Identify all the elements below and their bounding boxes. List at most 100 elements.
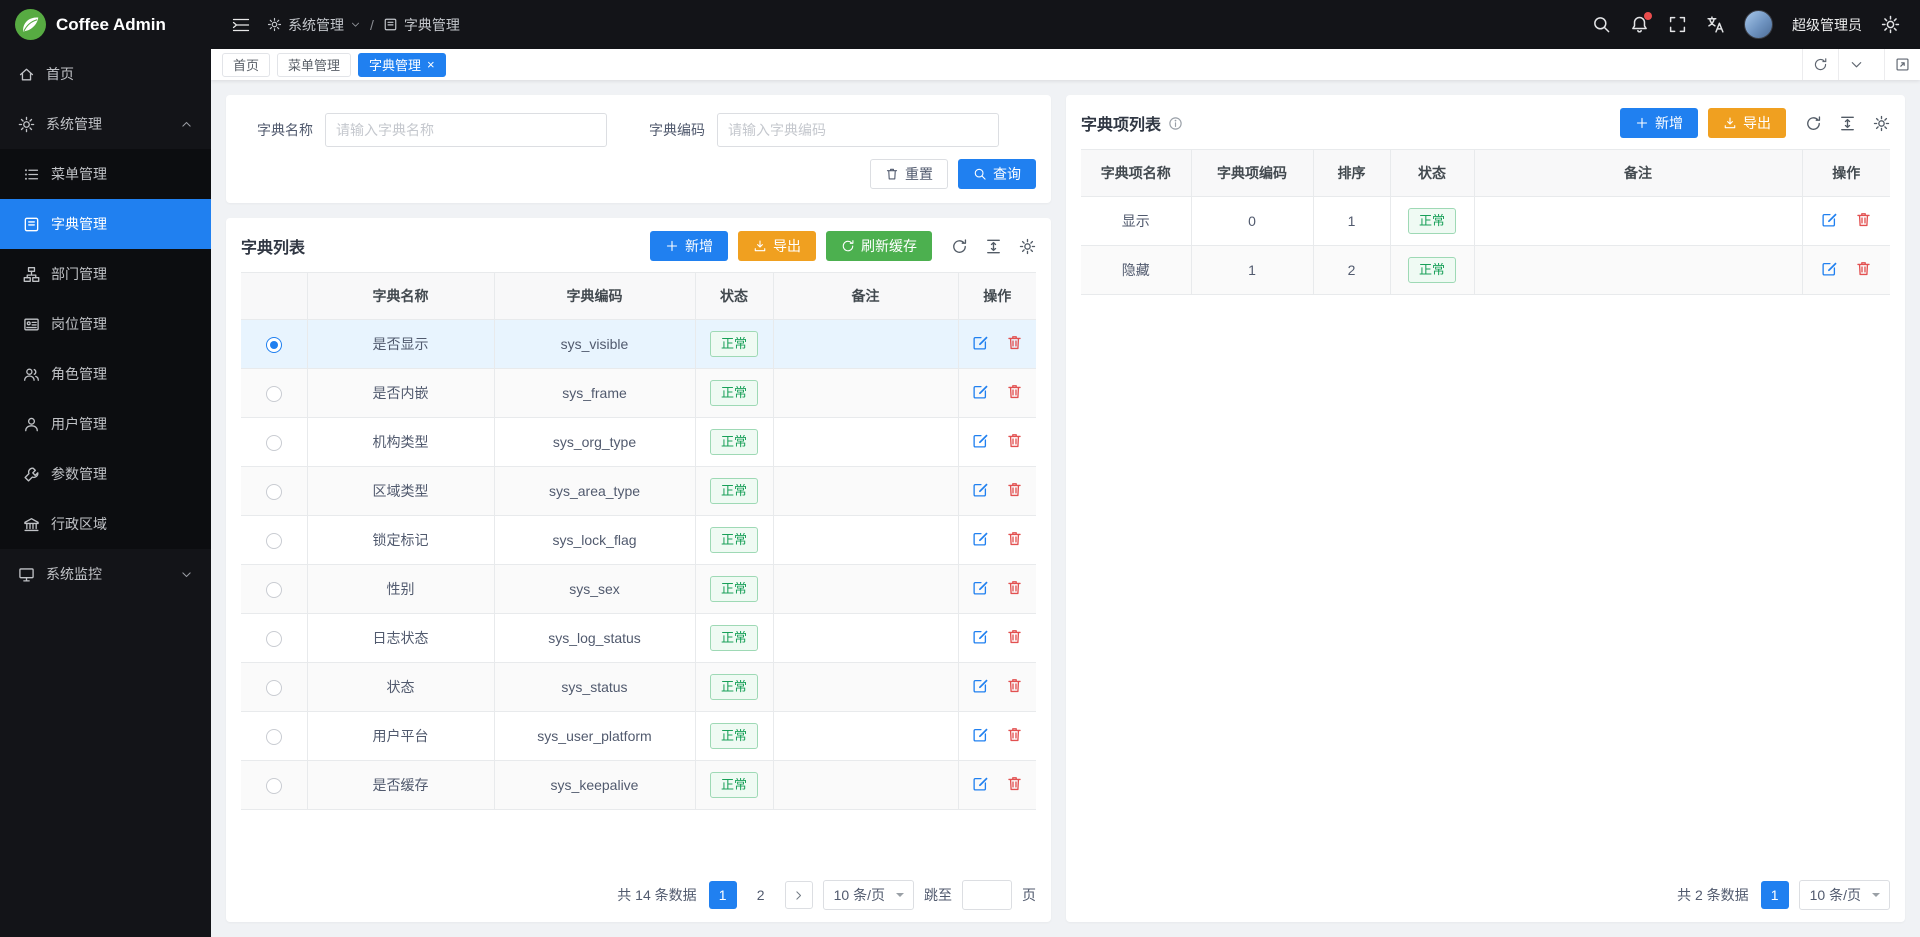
- edit-icon[interactable]: [972, 677, 989, 694]
- fullscreen-icon[interactable]: [1668, 15, 1687, 34]
- table-row[interactable]: 是否内嵌 sys_frame 正常: [241, 369, 1036, 418]
- row-select-radio[interactable]: [266, 484, 282, 500]
- page-size-select[interactable]: 10 条/页: [823, 880, 914, 910]
- page-button-2[interactable]: 2: [747, 881, 775, 909]
- row-select-radio[interactable]: [266, 386, 282, 402]
- row-density-icon[interactable]: [985, 238, 1002, 255]
- delete-icon[interactable]: [1006, 530, 1023, 547]
- page-size-select[interactable]: 10 条/页: [1799, 880, 1890, 910]
- table-row[interactable]: 日志状态 sys_log_status 正常: [241, 614, 1036, 663]
- column-settings-gear-icon[interactable]: [1873, 115, 1890, 132]
- settings-gear-icon[interactable]: [1881, 15, 1900, 34]
- refresh-tab-icon[interactable]: [1802, 49, 1838, 80]
- user-avatar[interactable]: [1744, 10, 1773, 39]
- sidebar-item-monitor[interactable]: 系统监控: [0, 549, 211, 599]
- reload-table-icon[interactable]: [951, 238, 968, 255]
- content-fullscreen-icon[interactable]: [1884, 49, 1920, 80]
- delete-icon[interactable]: [1006, 383, 1023, 400]
- edit-icon[interactable]: [972, 628, 989, 645]
- refresh-cache-button[interactable]: 刷新缓存: [826, 231, 932, 261]
- delete-icon[interactable]: [1006, 579, 1023, 596]
- delete-icon[interactable]: [1006, 628, 1023, 645]
- row-select-radio[interactable]: [266, 337, 282, 353]
- export-dict-item-button[interactable]: 导出: [1708, 108, 1786, 138]
- sidebar-item-user-mgmt[interactable]: 用户管理: [0, 399, 211, 449]
- table-row[interactable]: 显示 0 1 正常: [1081, 197, 1890, 246]
- reload-table-icon[interactable]: [1805, 115, 1822, 132]
- edit-icon[interactable]: [972, 726, 989, 743]
- page-button-1[interactable]: 1: [1761, 881, 1789, 909]
- delete-icon[interactable]: [1006, 677, 1023, 694]
- delete-icon[interactable]: [1006, 481, 1023, 498]
- col-item-status: 状态: [1390, 150, 1474, 197]
- bank-icon: [23, 516, 40, 533]
- info-icon[interactable]: [1168, 116, 1183, 131]
- username[interactable]: 超级管理员: [1792, 15, 1862, 35]
- page-button-1[interactable]: 1: [709, 881, 737, 909]
- close-tab-icon[interactable]: ×: [427, 58, 435, 71]
- breadcrumb-parent[interactable]: 系统管理: [267, 15, 361, 35]
- row-select-radio[interactable]: [266, 729, 282, 745]
- sidebar-item-dept-mgmt[interactable]: 部门管理: [0, 249, 211, 299]
- edit-icon[interactable]: [1821, 211, 1838, 228]
- sidebar-item-region-mgmt[interactable]: 行政区域: [0, 499, 211, 549]
- table-row[interactable]: 性别 sys_sex 正常: [241, 565, 1036, 614]
- table-row[interactable]: 区域类型 sys_area_type 正常: [241, 467, 1036, 516]
- sidebar-item-dict-mgmt[interactable]: 字典管理: [0, 199, 211, 249]
- table-row[interactable]: 是否缓存 sys_keepalive 正常: [241, 761, 1036, 810]
- sidebar-item-system[interactable]: 系统管理: [0, 99, 211, 149]
- table-row[interactable]: 机构类型 sys_org_type 正常: [241, 418, 1036, 467]
- sidebar-item-menu-mgmt[interactable]: 菜单管理: [0, 149, 211, 199]
- query-button[interactable]: 查询: [958, 159, 1036, 189]
- table-row[interactable]: 锁定标记 sys_lock_flag 正常: [241, 516, 1036, 565]
- tab-dict-mgmt[interactable]: 字典管理 ×: [358, 53, 446, 77]
- next-page-button[interactable]: [785, 881, 813, 909]
- column-settings-gear-icon[interactable]: [1019, 238, 1036, 255]
- dict-code-input[interactable]: [717, 113, 999, 147]
- translate-icon[interactable]: [1706, 15, 1725, 34]
- edit-icon[interactable]: [972, 579, 989, 596]
- edit-icon[interactable]: [972, 334, 989, 351]
- collapse-sidebar-icon[interactable]: [231, 15, 251, 35]
- edit-icon[interactable]: [972, 775, 989, 792]
- row-select-radio[interactable]: [266, 582, 282, 598]
- delete-icon[interactable]: [1006, 726, 1023, 743]
- table-row[interactable]: 状态 sys_status 正常: [241, 663, 1036, 712]
- notifications-bell-icon[interactable]: [1630, 15, 1649, 34]
- col-remark: 备注: [773, 273, 958, 320]
- edit-icon[interactable]: [972, 481, 989, 498]
- add-dict-button[interactable]: 新增: [650, 231, 728, 261]
- row-select-radio[interactable]: [266, 435, 282, 451]
- sidebar-item-role-mgmt[interactable]: 角色管理: [0, 349, 211, 399]
- row-select-radio[interactable]: [266, 778, 282, 794]
- dict-name-input[interactable]: [325, 113, 607, 147]
- tab-home[interactable]: 首页: [222, 53, 270, 77]
- delete-icon[interactable]: [1006, 432, 1023, 449]
- edit-icon[interactable]: [972, 530, 989, 547]
- reset-button[interactable]: 重置: [870, 159, 948, 189]
- table-row[interactable]: 隐藏 1 2 正常: [1081, 246, 1890, 295]
- table-row[interactable]: 是否显示 sys_visible 正常: [241, 320, 1036, 369]
- edit-icon[interactable]: [972, 432, 989, 449]
- row-select-radio[interactable]: [266, 533, 282, 549]
- jump-page-input[interactable]: [962, 880, 1012, 910]
- edit-icon[interactable]: [1821, 260, 1838, 277]
- add-dict-item-button[interactable]: 新增: [1620, 108, 1698, 138]
- export-dict-button[interactable]: 导出: [738, 231, 816, 261]
- row-select-radio[interactable]: [266, 680, 282, 696]
- tab-menu-mgmt[interactable]: 菜单管理: [277, 53, 351, 77]
- dict-code-cell: sys_lock_flag: [494, 516, 695, 565]
- delete-icon[interactable]: [1006, 775, 1023, 792]
- search-icon[interactable]: [1592, 15, 1611, 34]
- sidebar-item-post-mgmt[interactable]: 岗位管理: [0, 299, 211, 349]
- tab-options-chevron-icon[interactable]: [1838, 49, 1874, 80]
- sidebar-item-param-mgmt[interactable]: 参数管理: [0, 449, 211, 499]
- delete-icon[interactable]: [1855, 211, 1872, 228]
- table-row[interactable]: 用户平台 sys_user_platform 正常: [241, 712, 1036, 761]
- delete-icon[interactable]: [1855, 260, 1872, 277]
- sidebar-item-home[interactable]: 首页: [0, 49, 211, 99]
- edit-icon[interactable]: [972, 383, 989, 400]
- row-density-icon[interactable]: [1839, 115, 1856, 132]
- row-select-radio[interactable]: [266, 631, 282, 647]
- delete-icon[interactable]: [1006, 334, 1023, 351]
